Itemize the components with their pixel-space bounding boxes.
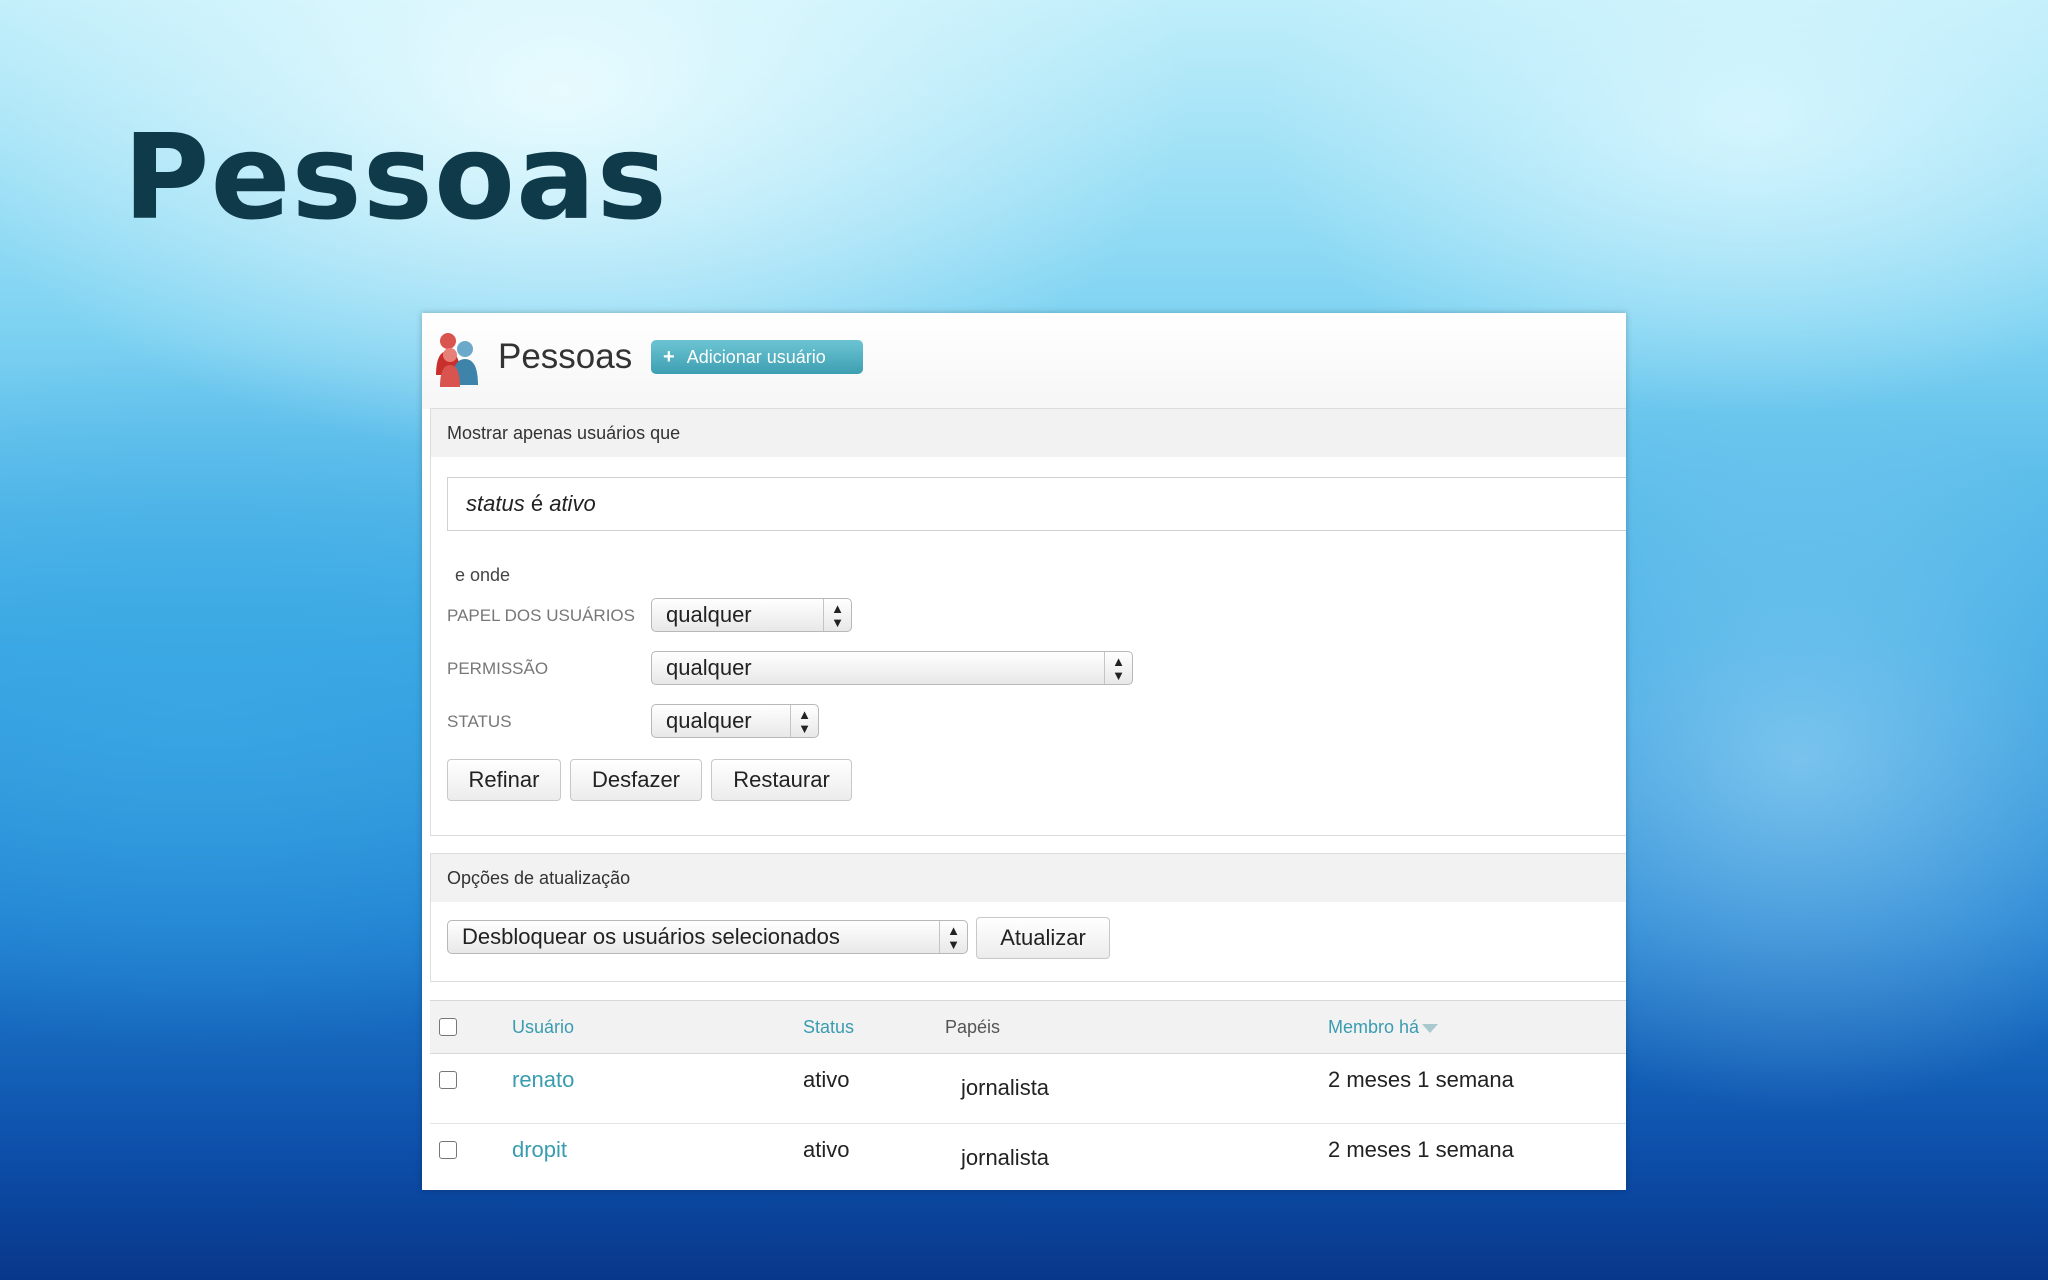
permission-select[interactable]: qualquer ▲ ▼ [651, 651, 1133, 685]
select-arrows-icon: ▲ ▼ [1104, 652, 1132, 684]
status-select-value: qualquer [666, 708, 752, 733]
filter-section: Mostrar apenas usuários que status é ati… [430, 408, 1626, 836]
filter-field: status [466, 491, 525, 516]
filter-value: ativo [549, 491, 596, 516]
update-button[interactable]: Atualizar [976, 917, 1110, 959]
row-checkbox[interactable] [439, 1071, 457, 1089]
column-member-for-label: Membro há [1328, 1017, 1420, 1037]
and-where-label: e onde [455, 565, 511, 585]
active-filter: status é ativo [447, 477, 1626, 531]
table-header: Usuário Status Papéis Membro há [430, 1000, 1626, 1054]
add-user-label: Adicionar usuário [686, 347, 826, 367]
slide-title: Pessoas [123, 108, 668, 246]
table-row: renato ativo jornalista 2 meses 1 semana [430, 1053, 1626, 1124]
add-user-button[interactable]: + Adicionar usuário [651, 340, 863, 374]
status-cell: ativo [803, 1067, 850, 1092]
table-row: dropit ativo jornalista 2 meses 1 semana [430, 1123, 1626, 1190]
role-select-value: qualquer [666, 602, 752, 627]
filter-heading: Mostrar apenas usuários que [431, 409, 1626, 457]
select-arrows-icon: ▲ ▼ [939, 921, 967, 953]
select-arrows-icon: ▲ ▼ [823, 599, 851, 631]
bulk-action-value: Desbloquear os usuários selecionados [462, 924, 840, 949]
filter-operator: é [530, 491, 544, 516]
panel-header: Pessoas + Adicionar usuário [422, 313, 1626, 409]
permission-label: PERMISSÃO [447, 659, 549, 678]
roles-cell: jornalista [961, 1145, 1050, 1170]
role-select[interactable]: qualquer ▲ ▼ [651, 598, 852, 632]
column-status[interactable]: Status [803, 1017, 854, 1038]
update-section: Opções de atualização Desbloquear os usu… [430, 853, 1626, 982]
people-admin-panel: Pessoas + Adicionar usuário Mostrar apena… [422, 313, 1626, 1190]
update-heading: Opções de atualização [431, 854, 1626, 902]
role-label: PAPEL DOS USUÁRIOS [447, 606, 635, 625]
status-label: STATUS [447, 712, 512, 731]
sort-desc-icon [1422, 1023, 1439, 1033]
user-link[interactable]: dropit [512, 1137, 567, 1163]
panel-title: Pessoas [498, 337, 633, 376]
roles-cell: jornalista [961, 1075, 1050, 1100]
column-member-for[interactable]: Membro há [1328, 1017, 1439, 1038]
column-user[interactable]: Usuário [512, 1017, 574, 1038]
permission-select-value: qualquer [666, 655, 752, 680]
reset-button[interactable]: Restaurar [711, 759, 852, 801]
refine-button[interactable]: Refinar [447, 759, 561, 801]
select-arrows-icon: ▲ ▼ [790, 705, 818, 737]
member-for-cell: 2 meses 1 semana [1328, 1067, 1514, 1092]
bulk-action-select[interactable]: Desbloquear os usuários selecionados ▲ ▼ [447, 920, 968, 954]
status-cell: ativo [803, 1137, 850, 1162]
select-all-checkbox[interactable] [439, 1018, 457, 1036]
people-icon [436, 333, 478, 387]
column-roles: Papéis [945, 1017, 1001, 1037]
plus-icon: + [663, 346, 675, 368]
row-checkbox[interactable] [439, 1141, 457, 1159]
status-select[interactable]: qualquer ▲ ▼ [651, 704, 819, 738]
undo-button[interactable]: Desfazer [570, 759, 702, 801]
user-link[interactable]: renato [512, 1067, 574, 1093]
member-for-cell: 2 meses 1 semana [1328, 1137, 1514, 1162]
